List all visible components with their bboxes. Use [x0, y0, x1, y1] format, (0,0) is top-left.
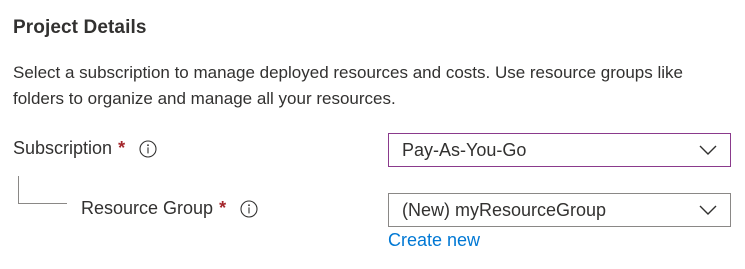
subscription-value: Pay-As-You-Go: [402, 139, 527, 160]
resource-group-label: Resource Group: [81, 198, 214, 218]
section-title: Project Details: [13, 17, 147, 38]
tree-connector: [18, 176, 67, 204]
chevron-down-icon: [698, 200, 718, 220]
info-icon[interactable]: [240, 199, 258, 218]
subscription-label-row: Subscription *: [13, 138, 157, 159]
create-new-link[interactable]: Create new: [388, 230, 480, 251]
resource-group-value: (New) myResourceGroup: [402, 199, 607, 220]
subscription-dropdown[interactable]: Pay-As-You-Go: [388, 133, 731, 167]
resource-group-label-row: Resource Group *: [81, 198, 258, 219]
required-marker: *: [219, 198, 227, 218]
chevron-down-icon: [698, 140, 718, 160]
section-description: Select a subscription to manage deployed…: [13, 63, 683, 108]
resource-group-dropdown[interactable]: (New) myResourceGroup: [388, 193, 731, 227]
info-icon[interactable]: [139, 139, 157, 158]
required-marker: *: [118, 138, 126, 158]
subscription-label: Subscription: [13, 138, 113, 158]
